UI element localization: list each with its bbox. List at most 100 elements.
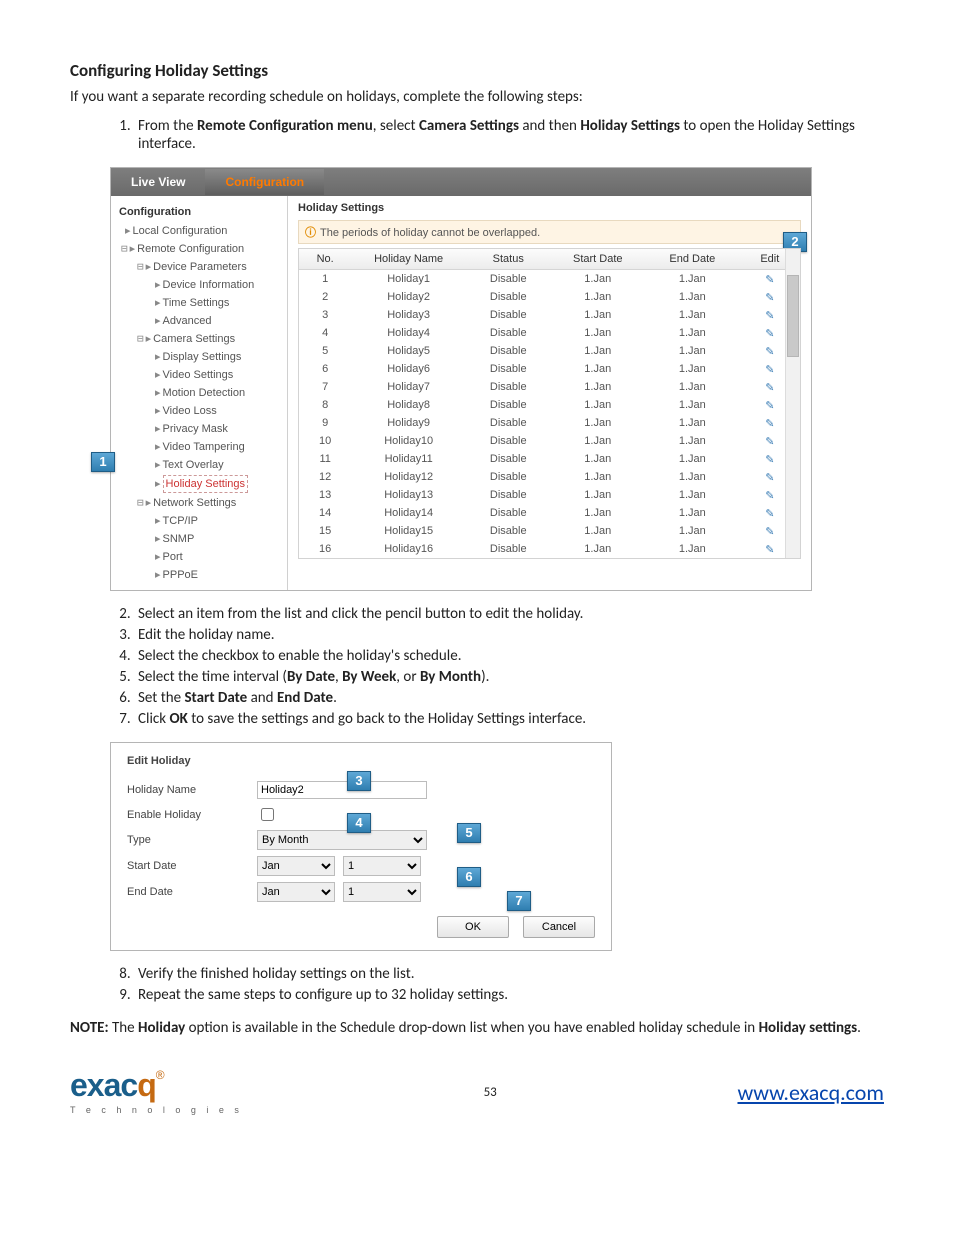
sidebar-video-tampering[interactable]: ▸Video Tampering [115, 438, 283, 456]
type-select[interactable]: By Month [257, 830, 427, 850]
col-name: Holiday Name [351, 249, 466, 270]
edit-holiday-title: Edit Holiday [127, 755, 595, 767]
exacq-logo: exacq® T e c h n o l o g i e s [70, 1069, 243, 1116]
callout-3: 3 [347, 771, 371, 791]
table-row[interactable]: 7Holiday7Disable1.Jan1.Jan✎ [299, 378, 800, 396]
step-1: From the Remote Configuration menu, sele… [134, 117, 884, 153]
pencil-icon[interactable]: ✎ [765, 310, 774, 322]
sidebar-display-settings[interactable]: ▸Display Settings [115, 348, 283, 366]
pencil-icon[interactable]: ✎ [765, 526, 774, 538]
end-date-label: End Date [127, 886, 257, 898]
step-6: Set the Start Date and End Date. [134, 689, 884, 707]
pencil-icon[interactable]: ✎ [765, 364, 774, 376]
sidebar-time-settings[interactable]: ▸Time Settings [115, 294, 283, 312]
sidebar-snmp[interactable]: ▸SNMP [115, 530, 283, 548]
sidebar-holiday-settings[interactable]: ▸Holiday Settings [115, 474, 283, 494]
step-5: Select the time interval (By Date, By We… [134, 668, 884, 686]
start-month-select[interactable]: Jan [257, 856, 335, 876]
sidebar-device-params[interactable]: ⊟▸Device Parameters [115, 258, 283, 276]
sidebar-camera-settings[interactable]: ⊟▸Camera Settings [115, 330, 283, 348]
step-2: Select an item from the list and click t… [134, 605, 884, 623]
table-row[interactable]: 2Holiday2Disable1.Jan1.Jan✎ [299, 288, 800, 306]
table-row[interactable]: 9Holiday9Disable1.Jan1.Jan✎ [299, 414, 800, 432]
holiday-table: No. Holiday Name Status Start Date End D… [299, 249, 800, 558]
holiday-name-label: Holiday Name [127, 784, 257, 796]
table-row[interactable]: 16Holiday16Disable1.Jan1.Jan✎ [299, 540, 800, 558]
intro-text: If you want a separate recording schedul… [70, 87, 884, 107]
table-row[interactable]: 12Holiday12Disable1.Jan1.Jan✎ [299, 468, 800, 486]
table-row[interactable]: 1Holiday1Disable1.Jan1.Jan✎ [299, 270, 800, 289]
table-row[interactable]: 8Holiday8Disable1.Jan1.Jan✎ [299, 396, 800, 414]
table-row[interactable]: 11Holiday11Disable1.Jan1.Jan✎ [299, 450, 800, 468]
sidebar-device-info[interactable]: ▸Device Information [115, 276, 283, 294]
overlap-note: ⓘThe periods of holiday cannot be overla… [298, 220, 801, 244]
pencil-icon[interactable]: ✎ [765, 472, 774, 484]
steps-list-3: Verify the finished holiday settings on … [70, 965, 884, 1004]
callout-1: 1 [91, 452, 115, 472]
type-label: Type [127, 834, 257, 846]
sidebar-privacy-mask[interactable]: ▸Privacy Mask [115, 420, 283, 438]
cancel-button[interactable]: Cancel [523, 916, 595, 938]
enable-holiday-label: Enable Holiday [127, 809, 257, 821]
sidebar-local-config[interactable]: ▸Local Configuration [115, 222, 283, 240]
table-row[interactable]: 15Holiday15Disable1.Jan1.Jan✎ [299, 522, 800, 540]
table-row[interactable]: 3Holiday3Disable1.Jan1.Jan✎ [299, 306, 800, 324]
pencil-icon[interactable]: ✎ [765, 490, 774, 502]
holiday-settings-screenshot: 1 Live View Configuration Configuration … [110, 167, 812, 591]
pencil-icon[interactable]: ✎ [765, 454, 774, 466]
sidebar-remote-config[interactable]: ⊟▸Remote Configuration [115, 240, 283, 258]
col-status: Status [466, 249, 551, 270]
callout-7: 7 [507, 891, 531, 911]
end-month-select[interactable]: Jan [257, 882, 335, 902]
pencil-icon[interactable]: ✎ [765, 292, 774, 304]
sidebar-advanced[interactable]: ▸Advanced [115, 312, 283, 330]
table-row[interactable]: 5Holiday5Disable1.Jan1.Jan✎ [299, 342, 800, 360]
table-row[interactable]: 4Holiday4Disable1.Jan1.Jan✎ [299, 324, 800, 342]
table-row[interactable]: 10Holiday10Disable1.Jan1.Jan✎ [299, 432, 800, 450]
pencil-icon[interactable]: ✎ [765, 346, 774, 358]
pencil-icon[interactable]: ✎ [765, 382, 774, 394]
callout-6: 6 [457, 867, 481, 887]
start-day-select[interactable]: 1 [343, 856, 421, 876]
sidebar-port[interactable]: ▸Port [115, 548, 283, 566]
sidebar-header: Configuration [115, 202, 283, 222]
pencil-icon[interactable]: ✎ [765, 400, 774, 412]
pencil-icon[interactable]: ✎ [765, 274, 774, 286]
sidebar-text-overlay[interactable]: ▸Text Overlay [115, 456, 283, 474]
note-paragraph: NOTE: The Holiday option is available in… [70, 1018, 884, 1038]
pencil-icon[interactable]: ✎ [765, 436, 774, 448]
sidebar-video-settings[interactable]: ▸Video Settings [115, 366, 283, 384]
table-row[interactable]: 6Holiday6Disable1.Jan1.Jan✎ [299, 360, 800, 378]
tab-bar: Live View Configuration [111, 168, 811, 196]
website-link[interactable]: www.exacq.com [737, 1079, 884, 1106]
col-end: End Date [645, 249, 740, 270]
table-row[interactable]: 14Holiday14Disable1.Jan1.Jan✎ [299, 504, 800, 522]
col-no: No. [299, 249, 351, 270]
sidebar-network-settings[interactable]: ⊟▸Network Settings [115, 494, 283, 512]
table-row[interactable]: 13Holiday13Disable1.Jan1.Jan✎ [299, 486, 800, 504]
step-4: Select the checkbox to enable the holida… [134, 647, 884, 665]
step-7: Click OK to save the settings and go bac… [134, 710, 884, 728]
tab-configuration[interactable]: Configuration [205, 169, 324, 195]
pencil-icon[interactable]: ✎ [765, 508, 774, 520]
col-start: Start Date [550, 249, 645, 270]
sidebar-motion-detection[interactable]: ▸Motion Detection [115, 384, 283, 402]
sidebar-video-loss[interactable]: ▸Video Loss [115, 402, 283, 420]
sidebar-tcpip[interactable]: ▸TCP/IP [115, 512, 283, 530]
enable-holiday-checkbox[interactable] [261, 808, 274, 821]
pencil-icon[interactable]: ✎ [765, 544, 774, 556]
holiday-name-input[interactable] [257, 781, 427, 799]
end-day-select[interactable]: 1 [343, 882, 421, 902]
sidebar-pppoe[interactable]: ▸PPPoE [115, 566, 283, 584]
start-date-label: Start Date [127, 860, 257, 872]
pencil-icon[interactable]: ✎ [765, 418, 774, 430]
pencil-icon[interactable]: ✎ [765, 328, 774, 340]
info-icon: ⓘ [305, 227, 316, 239]
scroll-thumb[interactable] [787, 275, 799, 357]
config-sidebar: Configuration ▸Local Configuration ⊟▸Rem… [111, 196, 288, 590]
content-title: Holiday Settings [298, 202, 801, 220]
scrollbar[interactable] [785, 249, 800, 558]
ok-button[interactable]: OK [437, 916, 509, 938]
tab-live-view[interactable]: Live View [111, 169, 205, 195]
step-3: Edit the holiday name. [134, 626, 884, 644]
